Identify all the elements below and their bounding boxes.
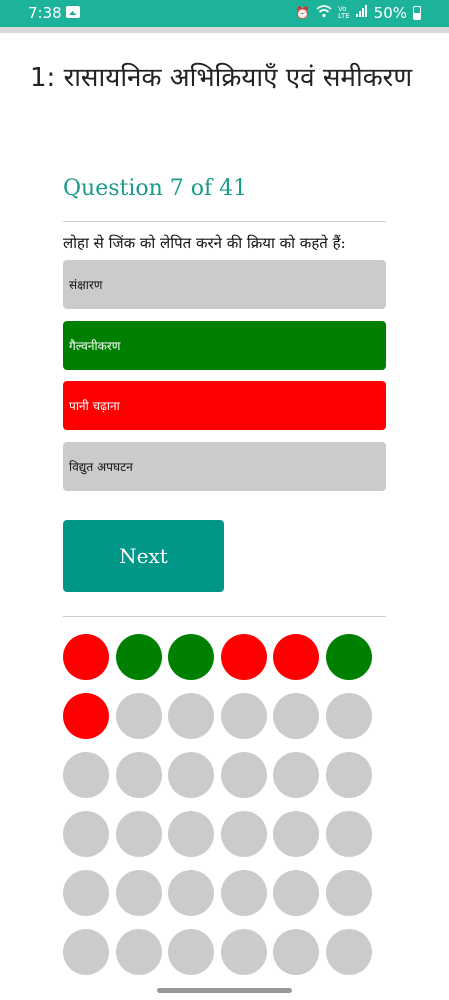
question-dot-20[interactable] <box>115 811 162 857</box>
image-icon <box>66 6 80 18</box>
battery-icon <box>413 6 421 20</box>
app-bar <box>0 27 449 33</box>
question-dot-19[interactable] <box>63 811 109 857</box>
question-dot-31[interactable] <box>63 929 109 975</box>
signal-icon <box>355 5 368 21</box>
question-dot-22[interactable] <box>220 811 267 857</box>
question-text: लोहा से जिंक को लेपित करने की क्रिया को … <box>63 234 346 252</box>
option-label: संक्षारण <box>69 278 103 292</box>
battery-percent: 50% <box>373 4 407 22</box>
volte-icon: Vo LTE <box>338 5 350 20</box>
question-dot-5[interactable] <box>273 634 320 680</box>
question-dot-11[interactable] <box>273 693 320 739</box>
question-dot-25[interactable] <box>63 870 109 916</box>
question-dot-6[interactable] <box>326 634 372 680</box>
question-dot-12[interactable] <box>326 693 372 739</box>
question-dot-15[interactable] <box>168 752 215 798</box>
question-dot-9[interactable] <box>168 693 215 739</box>
question-counter: Question 7 of 41 <box>63 176 248 201</box>
question-dot-26[interactable] <box>115 870 162 916</box>
question-dot-2[interactable] <box>115 634 162 680</box>
question-dot-17[interactable] <box>273 752 320 798</box>
question-dot-29[interactable] <box>273 870 320 916</box>
next-button-label: Next <box>119 544 168 568</box>
option-4[interactable]: विद्युत अपघटन <box>63 442 386 491</box>
home-indicator[interactable] <box>157 988 292 993</box>
question-dot-28[interactable] <box>220 870 267 916</box>
question-dot-10[interactable] <box>220 693 267 739</box>
question-dot-8[interactable] <box>115 693 162 739</box>
alarm-icon: ⏰ <box>295 6 311 20</box>
page-title: 1: रासायनिक अभिक्रियाएँ एवं समीकरण <box>30 63 413 93</box>
question-dot-21[interactable] <box>168 811 215 857</box>
option-3[interactable]: पानी चढ़ाना <box>63 381 386 430</box>
option-label: पानी चढ़ाना <box>69 399 120 413</box>
option-label: गैल्वनीकरण <box>69 339 121 353</box>
wifi-icon <box>316 4 332 22</box>
next-button[interactable]: Next <box>63 520 224 592</box>
question-dot-34[interactable] <box>220 929 267 975</box>
status-bar: 7:38 ⏰ Vo LTE 50% <box>0 0 449 27</box>
option-label: विद्युत अपघटन <box>69 460 133 474</box>
question-dot-4[interactable] <box>220 634 267 680</box>
option-1[interactable]: संक्षारण <box>63 260 386 309</box>
divider-bottom <box>63 616 386 617</box>
option-2[interactable]: गैल्वनीकरण <box>63 321 386 370</box>
question-dot-36[interactable] <box>326 929 372 975</box>
question-dot-14[interactable] <box>115 752 162 798</box>
status-time: 7:38 <box>28 4 62 22</box>
question-dot-33[interactable] <box>168 929 215 975</box>
status-icons: ⏰ Vo LTE 50% <box>295 4 421 22</box>
question-dot-18[interactable] <box>326 752 372 798</box>
question-dot-3[interactable] <box>168 634 215 680</box>
question-dot-24[interactable] <box>326 811 372 857</box>
divider-top <box>63 221 386 222</box>
question-dot-13[interactable] <box>63 752 109 798</box>
question-dot-7[interactable] <box>63 693 109 739</box>
question-dot-23[interactable] <box>273 811 320 857</box>
question-dot-30[interactable] <box>326 870 372 916</box>
question-dot-16[interactable] <box>220 752 267 798</box>
question-dot-1[interactable] <box>63 634 109 680</box>
question-dot-35[interactable] <box>273 929 320 975</box>
question-dot-32[interactable] <box>115 929 162 975</box>
question-dot-27[interactable] <box>168 870 215 916</box>
